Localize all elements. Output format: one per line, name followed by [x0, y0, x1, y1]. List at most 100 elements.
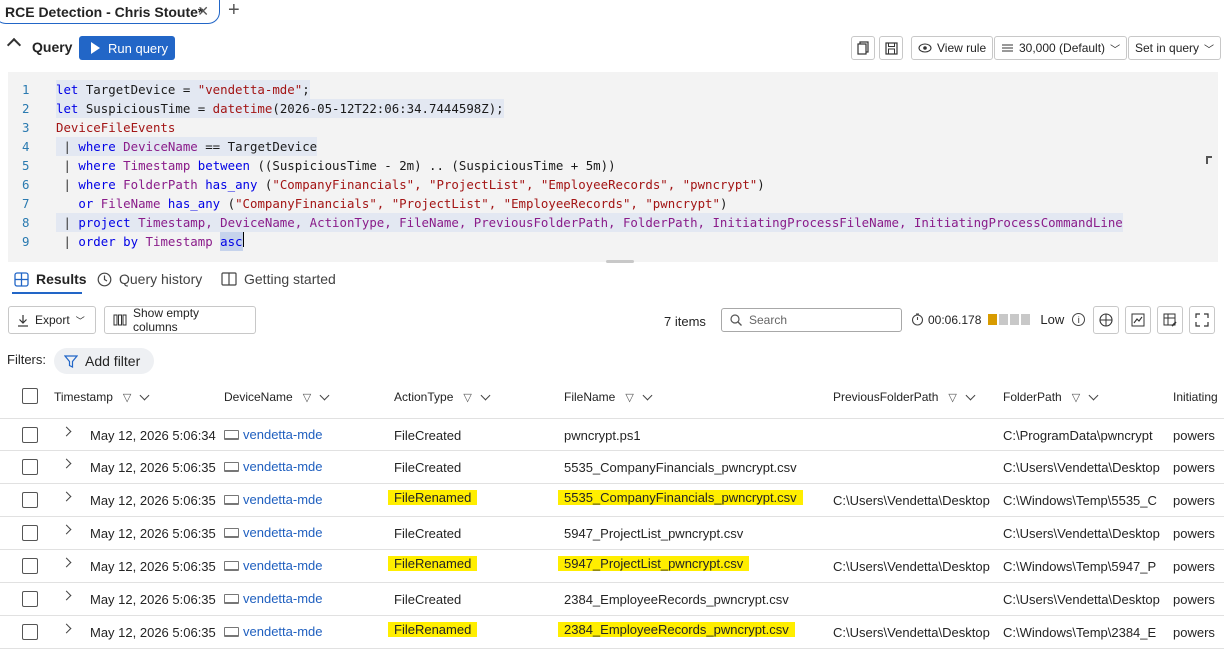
resize-handle[interactable]: [606, 260, 634, 263]
code-field: Timestamp, DeviceName, ActionType, FileN…: [130, 215, 1123, 230]
column-header-folderpath[interactable]: FolderPath ▽: [1003, 390, 1099, 404]
fullscreen-button[interactable]: [1189, 306, 1215, 334]
select-all-checkbox[interactable]: [22, 388, 38, 404]
table-header: Timestamp ▽ DeviceName ▽ ActionType ▽ FileN…: [0, 383, 1224, 409]
device-link[interactable]: vendetta-mde: [243, 427, 323, 442]
results-search-input[interactable]: Search: [721, 308, 902, 332]
table-row[interactable]: May 12, 2026 5:06:35 vendetta-mde FileRe…: [0, 550, 1224, 583]
chevron-down-icon[interactable]: [319, 390, 330, 400]
column-header-actiontype[interactable]: ActionType ▽: [394, 390, 491, 404]
cell-initiating-process: powers: [1173, 592, 1215, 607]
row-checkbox[interactable]: [22, 459, 38, 475]
cell-action-type: FileCreated: [394, 592, 461, 607]
result-limit-dropdown[interactable]: 30,000 (Default) ﹀: [994, 36, 1128, 60]
tab-results[interactable]: Results: [14, 271, 87, 287]
table-row[interactable]: May 12, 2026 5:06:35 vendetta-mde FileRe…: [0, 616, 1224, 649]
column-header-devicename[interactable]: DeviceName ▽: [224, 390, 330, 404]
filter-icon[interactable]: ▽: [625, 391, 633, 404]
expand-icon: [1195, 313, 1209, 327]
row-checkbox[interactable]: [22, 492, 38, 508]
tab-getting-started[interactable]: Getting started: [221, 271, 336, 287]
device-link[interactable]: vendetta-mde: [243, 591, 323, 606]
filter-icon[interactable]: ▽: [303, 391, 311, 404]
query-editor[interactable]: 1 let TargetDevice = "vendetta-mde"; 2 l…: [8, 72, 1218, 263]
table-row[interactable]: May 12, 2026 5:06:35 vendetta-mde FileCr…: [0, 451, 1224, 484]
cell-device[interactable]: vendetta-mde: [224, 591, 384, 606]
info-icon[interactable]: i: [1072, 313, 1086, 326]
view-rule-button[interactable]: View rule: [911, 36, 994, 60]
table-row[interactable]: May 12, 2026 5:06:35 vendetta-mde FileCr…: [0, 517, 1224, 550]
view-rule-label: View rule: [937, 41, 987, 55]
results-table-body: May 12, 2026 5:06:34 vendetta-mde FileCr…: [0, 418, 1224, 649]
column-header-timestamp[interactable]: Timestamp ▽: [54, 390, 150, 404]
chevron-down-icon[interactable]: [965, 390, 976, 400]
chevron-right-icon[interactable]: [61, 426, 72, 437]
cell-device[interactable]: vendetta-mde: [224, 427, 384, 442]
table-row[interactable]: May 12, 2026 5:06:34 vendetta-mde FileCr…: [0, 418, 1224, 451]
cell-device[interactable]: vendetta-mde: [224, 525, 384, 540]
filter-icon[interactable]: ▽: [123, 391, 131, 404]
chart-icon: [1131, 313, 1145, 327]
tab-rce-detection[interactable]: RCE Detection - Chris Stoute* ✕: [0, 0, 220, 24]
table-view-button[interactable]: [1093, 306, 1119, 334]
table-row[interactable]: May 12, 2026 5:06:35 vendetta-mde FileRe…: [0, 484, 1224, 517]
clock-icon: [97, 272, 112, 286]
chart-view-button[interactable]: [1125, 306, 1151, 334]
filter-icon[interactable]: ▽: [463, 391, 471, 404]
chevron-up-icon[interactable]: [6, 37, 22, 53]
code-area[interactable]: 1 let TargetDevice = "vendetta-mde"; 2 l…: [22, 80, 1123, 251]
column-header-filename[interactable]: FileName ▽: [564, 390, 653, 404]
chevron-down-icon[interactable]: [139, 390, 150, 400]
chevron-right-icon[interactable]: [61, 557, 72, 568]
copy-button[interactable]: [851, 36, 875, 60]
customize-columns-button[interactable]: [1157, 306, 1183, 334]
chevron-right-icon[interactable]: [61, 491, 72, 502]
code-string: "vendetta-mde": [197, 82, 303, 97]
device-link[interactable]: vendetta-mde: [243, 492, 323, 507]
row-checkbox[interactable]: [22, 525, 38, 541]
export-button[interactable]: Export ﹀: [8, 306, 96, 334]
code-line-7: 7 or FileName has_any ("CompanyFinancial…: [22, 194, 1123, 213]
chevron-right-icon[interactable]: [61, 623, 72, 634]
code-keyword: between: [190, 158, 250, 173]
cell-device[interactable]: vendetta-mde: [224, 492, 384, 507]
device-link[interactable]: vendetta-mde: [243, 558, 323, 573]
add-filter-button[interactable]: Add filter: [54, 348, 154, 374]
cell-device[interactable]: vendetta-mde: [224, 558, 384, 573]
column-header-previousfolderpath[interactable]: PreviousFolderPath ▽: [833, 390, 976, 404]
tab-query-history-label: Query history: [119, 271, 203, 287]
row-checkbox[interactable]: [22, 624, 38, 640]
filter-icon[interactable]: ▽: [1072, 391, 1080, 404]
show-empty-columns-button[interactable]: Show empty columns: [104, 306, 256, 334]
chevron-down-icon[interactable]: [642, 390, 653, 400]
cell-device[interactable]: vendetta-mde: [224, 459, 384, 474]
table-edit-icon: [1163, 313, 1177, 327]
row-checkbox[interactable]: [22, 591, 38, 607]
row-checkbox[interactable]: [22, 558, 38, 574]
chevron-right-icon[interactable]: [61, 524, 72, 535]
device-link[interactable]: vendetta-mde: [243, 525, 323, 540]
save-button[interactable]: [879, 36, 903, 60]
chevron-down-icon[interactable]: [480, 390, 491, 400]
file-name-text: 5947_ProjectList_pwncrypt.csv: [558, 556, 750, 571]
download-icon: [18, 314, 28, 327]
row-checkbox[interactable]: [22, 427, 38, 443]
chevron-right-icon[interactable]: [61, 458, 72, 469]
tab-query-history[interactable]: Query history: [97, 271, 202, 287]
run-query-button[interactable]: Run query: [79, 36, 175, 60]
cell-device[interactable]: vendetta-mde: [224, 624, 384, 639]
chevron-right-icon[interactable]: [61, 590, 72, 601]
add-tab-icon[interactable]: +: [228, 0, 240, 22]
device-link[interactable]: vendetta-mde: [243, 624, 323, 639]
device-link[interactable]: vendetta-mde: [243, 459, 323, 474]
table-row[interactable]: May 12, 2026 5:06:35 vendetta-mde FileCr…: [0, 583, 1224, 616]
close-icon[interactable]: ✕: [197, 3, 209, 20]
cell-timestamp: May 12, 2026 5:06:35: [90, 592, 216, 607]
cell-initiating-process: powers: [1173, 460, 1215, 475]
filter-icon[interactable]: ▽: [948, 391, 956, 404]
code-function: datetime: [212, 101, 273, 116]
chevron-down-icon[interactable]: [1088, 390, 1099, 400]
line-number: 1: [22, 82, 30, 97]
time-range-dropdown[interactable]: Set in query ﹀: [1128, 36, 1222, 60]
column-header-initiating[interactable]: Initiating: [1173, 390, 1224, 404]
